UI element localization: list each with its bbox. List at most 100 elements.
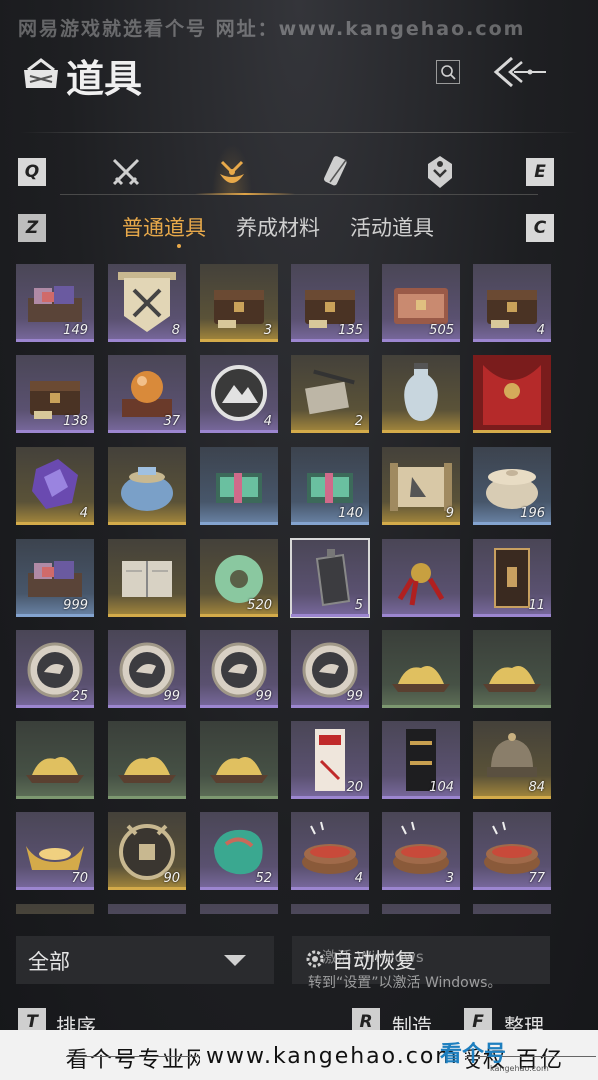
inventory-item[interactable] (200, 721, 278, 799)
inventory-item[interactable]: 3 (382, 812, 460, 890)
inventory-item[interactable]: 4 (473, 264, 551, 342)
inventory-item[interactable]: 505 (382, 264, 460, 342)
tab-gems[interactable] (420, 152, 460, 192)
rarity-bar (473, 430, 551, 433)
inventory-item[interactable]: 99 (291, 630, 369, 708)
back-button[interactable] (490, 52, 550, 92)
book-icon (122, 561, 172, 597)
item-count: 104 (429, 780, 454, 795)
item-count: 149 (63, 323, 88, 338)
inventory-item[interactable]: 90 (108, 812, 186, 890)
item-count: 84 (528, 780, 545, 795)
inventory-item[interactable]: 999 (16, 539, 94, 617)
subtab-growth-materials[interactable]: 养成材料 (236, 212, 320, 242)
inventory-item[interactable] (200, 447, 278, 525)
inventory-item[interactable]: 520 (200, 539, 278, 617)
inventory-item[interactable] (382, 355, 460, 433)
gold-pile-icon (118, 757, 176, 783)
item-count: 37 (163, 414, 180, 429)
inventory-item[interactable]: 8 (108, 264, 186, 342)
inventory-item[interactable]: 99 (200, 630, 278, 708)
rarity-bar (108, 522, 186, 525)
rarity-bar (200, 887, 278, 890)
filter-select[interactable]: 全部 (16, 936, 274, 984)
inventory-item[interactable] (108, 539, 186, 617)
inventory-item[interactable] (382, 630, 460, 708)
inventory-item[interactable]: 4 (291, 812, 369, 890)
gold-pile-icon (26, 757, 84, 783)
inventory-item[interactable]: 3 (200, 264, 278, 342)
bundle-icon (220, 160, 244, 183)
rarity-bar (200, 614, 278, 617)
item-count: 135 (338, 323, 363, 338)
inventory-item[interactable] (291, 904, 369, 914)
red-cloth-icon (473, 355, 551, 433)
inventory-item[interactable]: 140 (291, 447, 369, 525)
inventory-item[interactable]: 196 (473, 447, 551, 525)
inventory-item[interactable]: 52 (200, 812, 278, 890)
inventory-item[interactable] (382, 904, 460, 914)
rarity-bar (291, 705, 369, 708)
rarity-bar (200, 796, 278, 799)
item-count: 99 (255, 689, 272, 704)
inventory-item[interactable] (382, 539, 460, 617)
tab-scrolls[interactable] (318, 152, 358, 192)
inventory-item[interactable]: 70 (16, 812, 94, 890)
inventory-item[interactable]: 84 (473, 721, 551, 799)
footer-watermark: 看个号专业网易游戏代售 每家号合法授权 百亿 www.kangehao.com … (0, 1030, 598, 1080)
rarity-bar (473, 614, 551, 617)
item-count: 4 (263, 414, 272, 429)
red-knot-icon (397, 563, 445, 606)
active-subtab-dot (177, 244, 181, 248)
gold-pile-icon (483, 666, 541, 692)
inventory-item[interactable]: 99 (108, 630, 186, 708)
rarity-bar (200, 339, 278, 342)
prev-subtab-key[interactable]: Z (18, 214, 46, 242)
active-tab-indicator (195, 193, 295, 195)
inventory-item[interactable] (16, 721, 94, 799)
inventory-item[interactable]: 37 (108, 355, 186, 433)
inventory-item[interactable] (473, 630, 551, 708)
inventory-item[interactable]: 5 (290, 538, 370, 618)
tab-items[interactable] (212, 144, 252, 194)
gold-pile-icon (392, 666, 450, 692)
item-count: 25 (71, 689, 88, 704)
inventory-item[interactable]: 20 (291, 721, 369, 799)
inventory-item[interactable]: 104 (382, 721, 460, 799)
inventory-item[interactable]: 77 (473, 812, 551, 890)
item-count: 3 (445, 871, 454, 886)
inventory-item[interactable]: 2 (291, 355, 369, 433)
rarity-bar (200, 522, 278, 525)
inventory-item[interactable] (200, 904, 278, 914)
next-tab-key[interactable]: E (526, 158, 554, 186)
item-count: 9 (445, 506, 454, 521)
inventory-item[interactable] (473, 355, 551, 433)
inventory-item[interactable]: 4 (16, 447, 94, 525)
rarity-bar (200, 705, 278, 708)
inventory-item[interactable]: 11 (473, 539, 551, 617)
inventory-item[interactable]: 135 (291, 264, 369, 342)
inventory-item[interactable]: 9 (382, 447, 460, 525)
subtab-event-items[interactable]: 活动道具 (350, 212, 434, 242)
inventory-item[interactable]: 138 (16, 355, 94, 433)
inventory-item[interactable]: 4 (200, 355, 278, 433)
rarity-bar (200, 430, 278, 433)
search-button[interactable] (436, 60, 460, 84)
prev-tab-key[interactable]: Q (18, 158, 46, 186)
item-count: 99 (346, 689, 363, 704)
inventory-item[interactable]: 149 (16, 264, 94, 342)
inventory-item[interactable]: 25 (16, 630, 94, 708)
rarity-bar (291, 430, 369, 433)
next-subtab-key[interactable]: C (526, 214, 554, 242)
rarity-bar (473, 705, 551, 708)
header: 道具 (0, 44, 598, 133)
inventory-item[interactable] (108, 904, 186, 914)
inventory-item[interactable] (16, 904, 94, 914)
chevron-down-icon (224, 955, 246, 966)
tab-weapons[interactable] (106, 152, 146, 192)
rarity-bar (108, 796, 186, 799)
inventory-item[interactable] (108, 721, 186, 799)
inventory-item[interactable] (108, 447, 186, 525)
inventory-item[interactable] (473, 904, 551, 914)
subtab-general-items[interactable]: 普通道具 (122, 212, 206, 242)
